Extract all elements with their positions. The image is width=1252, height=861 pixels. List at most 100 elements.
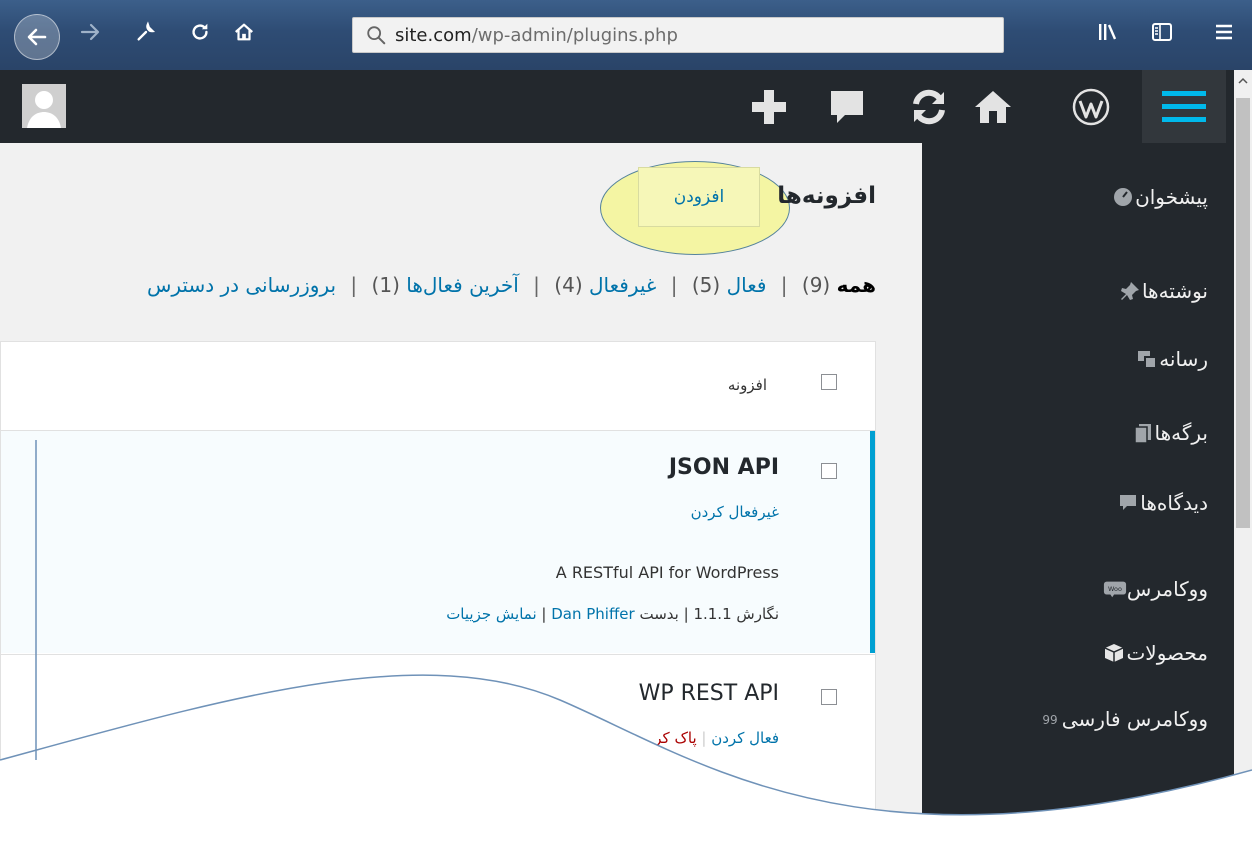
pages-icon (1131, 421, 1155, 445)
home-icon (975, 91, 1011, 123)
filter-recent-link[interactable]: آخرین فعال‌ها (406, 273, 519, 297)
sidebar-item-posts[interactable]: نوشته‌ها (1108, 271, 1208, 311)
browser-toolbar: site.com/wp-admin/plugins.php (0, 0, 1252, 70)
plugin-status-filters: همه (9) | فعال (5) | غیرفعال (4) | آخرین… (146, 273, 876, 297)
avatar[interactable] (22, 84, 66, 128)
sidebar-item-woocommerce[interactable]: Woo ووکامرس (1093, 569, 1208, 609)
menu-toggle-icon (1162, 90, 1206, 122)
sidebar-item-products[interactable]: محصولات (1092, 633, 1208, 673)
table-row: JSON API غیرفعال کردن A RESTful API for … (1, 431, 875, 653)
view-details-link[interactable]: نمایش جزییات (446, 605, 536, 623)
row-checkbox[interactable] (821, 689, 837, 705)
add-new-plugin-button[interactable]: افزودن (638, 167, 760, 227)
wp-admin-bar (0, 70, 1234, 143)
comments-button[interactable] (822, 82, 872, 132)
url-host: site.com (395, 24, 472, 46)
woo-icon: Woo (1103, 577, 1127, 601)
back-button[interactable] (14, 14, 60, 60)
filter-updates-link[interactable]: بروزرسانی در دسترس (147, 273, 336, 297)
activate-link[interactable]: فعال کردن (711, 729, 779, 747)
sidebar-item-woocommerce-persian[interactable]: 99 ووکامرس فارسی (1028, 699, 1208, 739)
sidebar-item-label: ایش (1153, 813, 1190, 837)
url-bar[interactable]: site.com/wp-admin/plugins.php (352, 17, 1004, 53)
admin-sidebar: پیشخوان نوشته‌ها رسانه برگه‌ها دیدگاه‌ها… (922, 143, 1234, 861)
svg-text:Woo: Woo (1108, 585, 1122, 593)
delete-link[interactable]: پاک کر (654, 729, 696, 747)
search-icon (367, 26, 386, 45)
visit-site-button[interactable] (968, 82, 1018, 132)
scroll-up-icon[interactable] (1234, 72, 1252, 90)
box-icon (1102, 641, 1126, 665)
plugin-name: JSON API (668, 455, 779, 480)
author-link[interactable]: Dan Phiffer (551, 605, 634, 623)
wordpress-logo-button[interactable] (1066, 82, 1116, 132)
filter-all-label[interactable]: همه (837, 273, 876, 297)
forward-icon (80, 23, 100, 41)
table-header: افزونه (1, 342, 875, 431)
sidebar-item-comments[interactable]: دیدگاه‌ها (1106, 483, 1208, 523)
comment-icon (831, 91, 863, 123)
menu-toggle-button[interactable] (1142, 70, 1226, 143)
sidebar-item-label: ووکامرس (1126, 577, 1208, 601)
filter-inactive-link[interactable]: غیرفعال (589, 273, 656, 297)
new-content-button[interactable] (744, 82, 794, 132)
update-icon (913, 89, 945, 125)
wrench-icon (137, 21, 156, 41)
sidebar-item-label: ووکامرس فارسی (1061, 707, 1208, 731)
main-content: افزودن افزونه‌ها همه (9) | فعال (5) | غی… (0, 143, 922, 861)
sidebar-item-label: محصولات (1126, 641, 1208, 665)
sidebar-item-media[interactable]: رسانه (1125, 339, 1208, 379)
home-button[interactable] (226, 14, 262, 50)
sidebar-item-dashboard[interactable]: پیشخوان (1101, 177, 1208, 217)
sidebar-item-label: پیشخوان (1135, 185, 1208, 209)
column-header-plugin: افزونه (727, 376, 767, 394)
comment-icon (1116, 491, 1140, 515)
select-all-checkbox[interactable] (821, 374, 837, 390)
back-icon (27, 28, 47, 46)
reader-button[interactable] (1144, 14, 1180, 50)
home-icon (235, 23, 253, 41)
version-number: 1.1.1 (693, 605, 732, 623)
filter-active-link[interactable]: فعال (727, 273, 767, 297)
forward-button[interactable] (72, 14, 108, 50)
browser-menu-button[interactable] (1206, 14, 1242, 50)
sidebar-item-label: نوشته‌ها (1141, 279, 1208, 303)
row-checkbox[interactable] (821, 463, 837, 479)
media-icon (1135, 347, 1159, 371)
pin-icon (1118, 279, 1142, 303)
reload-icon (192, 23, 208, 40)
sidebar-item-label: رسانه (1159, 347, 1208, 371)
plus-icon (752, 90, 786, 124)
version-prefix: نگارش (736, 605, 779, 623)
url-path: /wp-admin/plugins.php (471, 24, 678, 46)
user-icon (22, 84, 66, 128)
plugin-description: A RESTful API for WordPress (555, 563, 779, 582)
updates-button[interactable] (904, 82, 954, 132)
sidebar-item-pages[interactable]: برگه‌ها (1121, 413, 1208, 453)
deactivate-link[interactable]: غیرفعال کردن (691, 503, 779, 521)
library-button[interactable] (1090, 14, 1126, 50)
plugin-meta: نگارش 1.1.1 | بدست Dan Phiffer | نمایش ج… (446, 605, 779, 623)
scroll-thumb[interactable] (1236, 98, 1250, 528)
customize-button[interactable] (128, 14, 164, 50)
sidebar-item-label: دیدگاه‌ها (1140, 491, 1208, 515)
reload-button[interactable] (182, 14, 218, 50)
table-row: WP REST API فعال کردن | پاک کر C 2013 (1, 654, 875, 861)
page-title: افزونه‌ها (777, 183, 876, 209)
quote-icon: 99 (1038, 707, 1062, 731)
svg-text:99: 99 (1042, 713, 1057, 726)
plugins-table: افزونه JSON API غیرفعال کردن A RESTful A… (0, 341, 876, 861)
sidebar-item-partial[interactable]: ایش (1153, 805, 1190, 845)
filter-recent-count: (1) (371, 273, 400, 297)
filter-all-count: (9) (801, 273, 831, 297)
page-scrollbar[interactable] (1234, 70, 1252, 861)
by-label: بدست (639, 605, 679, 623)
reader-icon (1152, 23, 1172, 41)
plugin-actions: فعال کردن | پاک کر (654, 729, 779, 747)
dashboard-icon (1111, 185, 1135, 209)
plugin-description-fragment: C 2013 (722, 787, 779, 806)
library-icon (1099, 24, 1117, 40)
wordpress-icon (1072, 88, 1110, 126)
menu-icon (1216, 24, 1232, 40)
filter-inactive-count: (4) (554, 273, 583, 297)
